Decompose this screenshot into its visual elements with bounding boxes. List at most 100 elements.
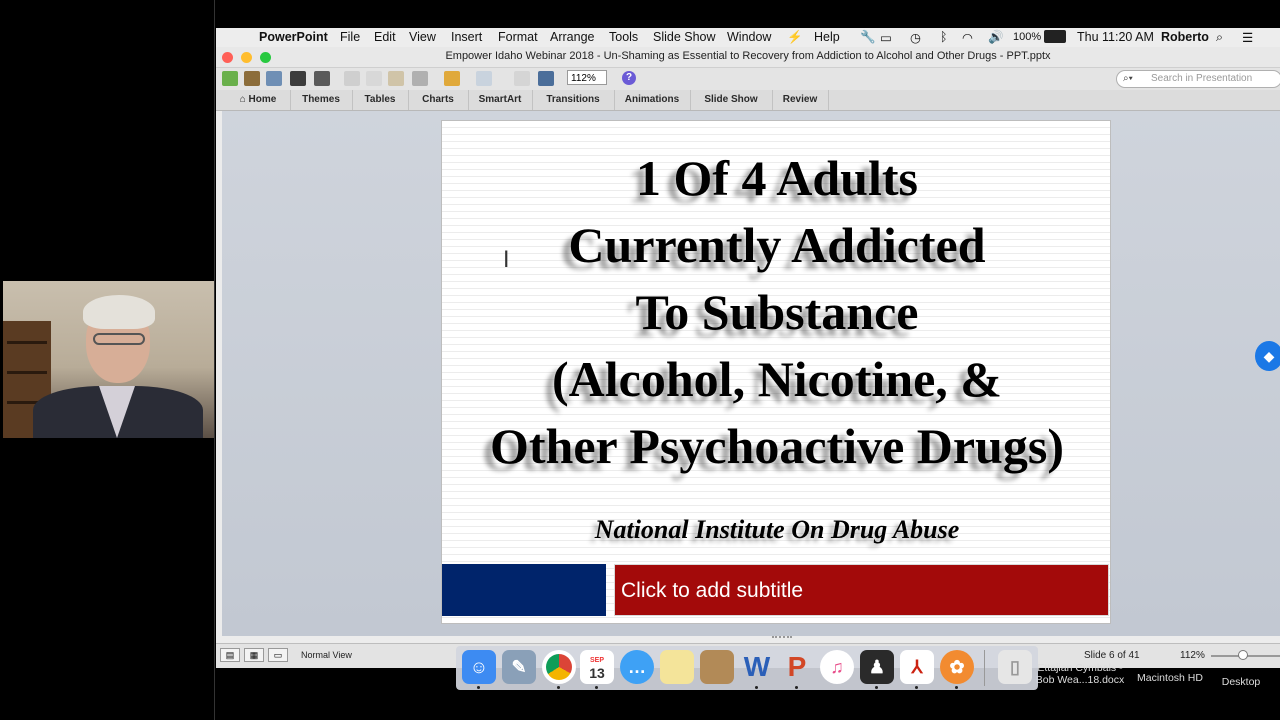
menu-app-name[interactable]: PowerPoint [259,30,328,44]
kindle-icon[interactable]: ♟ [860,650,894,684]
format-painter-icon[interactable] [412,71,428,86]
desktop-file-label-line-1: Ettajian Cymbals - [1037,662,1123,674]
messages-icon[interactable]: … [620,650,654,684]
slide-attribution[interactable]: National Institute On Drug Abuse [442,515,1112,545]
chrome-running-dot [557,686,560,689]
photos-running-dot [955,686,958,689]
desktop-file-label[interactable]: Ettajian Cymbals - Bob Wea...18.docx [1030,662,1130,686]
current-slide[interactable]: 1 Of 4 Adults Currently Addicted To Subs… [441,120,1111,624]
menu-slide-show[interactable]: Slide Show [653,30,716,44]
slide-sorter-icon[interactable] [514,71,530,86]
search-icon: ⌕▾ [1123,73,1133,84]
menu-clock[interactable]: Thu 11:20 AM [1077,30,1154,44]
presenter-hair [83,295,155,329]
chrome-icon[interactable] [542,650,576,684]
zoom-dropdown[interactable]: 112% [567,70,607,85]
slide-show-view-icon[interactable]: ▭ [268,648,288,662]
status-zoom-value: 112% [1180,650,1205,661]
menu-format[interactable]: Format [498,30,538,44]
print-icon[interactable] [314,71,330,86]
acrobat-icon[interactable]: ⅄ [900,650,934,684]
airplay-icon[interactable]: ▭ [880,30,892,45]
dock-separator [984,650,985,686]
presenter-glasses [93,333,145,345]
presenter-webcam [3,281,214,438]
save-icon[interactable] [290,71,306,86]
help-icon[interactable]: ? [622,71,636,85]
slide-title-line-5[interactable]: Other Psychoactive Drugs) [442,417,1112,475]
tab-smartart[interactable]: SmartArt [468,90,533,110]
desktop-folder-label[interactable]: Desktop [1212,676,1270,688]
word-icon[interactable]: W [740,650,774,684]
new-presentation-icon[interactable] [222,71,238,86]
document-title: Empower Idaho Webinar 2018 - Un-Shaming … [445,50,1051,62]
tab-themes[interactable]: Themes [290,90,353,110]
cut-icon[interactable] [344,71,360,86]
menu-window[interactable]: Window [727,30,771,44]
acrobat-running-dot [915,686,918,689]
photos-flower-icon[interactable]: ✿ [940,650,974,684]
slide-title-line-3[interactable]: To Substance [442,283,1112,341]
menu-tools[interactable]: Tools [609,30,638,44]
word-running-dot [755,686,758,689]
slide-counter: Slide 6 of 41 [1084,650,1140,661]
menu-user[interactable]: Roberto [1161,30,1209,44]
contacts-icon[interactable] [700,650,734,684]
subtitle-placeholder-box[interactable]: Click to add subtitle [614,564,1109,616]
spotlight-icon[interactable]: ⌕ [1216,30,1223,45]
undo-icon[interactable] [444,71,460,86]
volume-icon[interactable]: 🔊 [988,30,1004,45]
tab-charts[interactable]: Charts [408,90,469,110]
search-in-presentation-field[interactable]: ⌕▾ Search in Presentation [1116,70,1280,88]
slide-blue-bar [442,564,606,616]
trash-icon[interactable]: ▯ [998,650,1032,684]
copy-icon[interactable] [366,71,382,86]
notification-center-icon[interactable]: ☰ [1242,30,1253,45]
menu-file[interactable]: File [340,30,360,44]
media-browser-icon[interactable] [538,71,554,86]
dropbox-icon[interactable]: ◆ [1255,341,1280,371]
battery-icon[interactable] [1044,30,1066,43]
paste-icon[interactable] [388,71,404,86]
desktop-file-label-line-2: Bob Wea...18.docx [1035,674,1125,686]
tab-slide-show[interactable]: Slide Show [690,90,773,110]
itunes-icon[interactable]: ♫ [820,650,854,684]
slide-title-line-4[interactable]: (Alcohol, Nicotine, & [442,350,1112,408]
open-icon[interactable] [266,71,282,86]
window-titlebar: Empower Idaho Webinar 2018 - Un-Shaming … [216,47,1280,68]
tab-home[interactable]: ⌂ Home [226,90,291,110]
macintosh-hd-label[interactable]: Macintosh HD [1128,672,1212,684]
notes-icon[interactable] [660,650,694,684]
calendar-icon[interactable]: SEP 13 [580,650,614,684]
menu-insert[interactable]: Insert [451,30,482,44]
menu-view[interactable]: View [409,30,436,44]
battery-percent: 100% [1013,31,1042,43]
redo-icon[interactable] [476,71,492,86]
lightning-icon[interactable]: ⚡ [787,30,803,45]
menu-edit[interactable]: Edit [374,30,396,44]
search-placeholder: Search in Presentation [1151,73,1253,84]
preview-icon[interactable]: ✎ [502,650,536,684]
tab-animations[interactable]: Animations [614,90,691,110]
finder-icon[interactable]: ☺ [462,650,496,684]
bluetooth-icon[interactable]: ᛒ [940,30,948,44]
zoom-slider-thumb[interactable] [1238,650,1248,660]
standard-toolbar: 112% ? ⌕▾ Search in Presentation [216,68,1280,91]
kindle-running-dot [875,686,878,689]
tab-review[interactable]: Review [772,90,829,110]
time-machine-icon[interactable]: ◷ [910,30,921,45]
tab-tables[interactable]: Tables [352,90,409,110]
splitter-handle[interactable] [772,636,792,642]
templates-icon[interactable] [244,71,260,86]
menu-help[interactable]: Help [814,30,840,44]
slide-sorter-view-icon[interactable]: ▦ [244,648,264,662]
tab-transitions[interactable]: Transitions [532,90,615,110]
menu-arrange[interactable]: Arrange [550,30,594,44]
wifi-icon[interactable]: ◠ [962,30,973,45]
view-name: Normal View [301,650,352,660]
normal-view-icon[interactable]: ▤ [220,648,240,662]
tools-icon[interactable]: 🔧 [860,30,876,45]
powerpoint-icon[interactable]: P [780,650,814,684]
slide-title-line-2[interactable]: Currently Addicted [442,216,1112,274]
slide-title-line-1[interactable]: 1 Of 4 Adults [442,149,1112,207]
